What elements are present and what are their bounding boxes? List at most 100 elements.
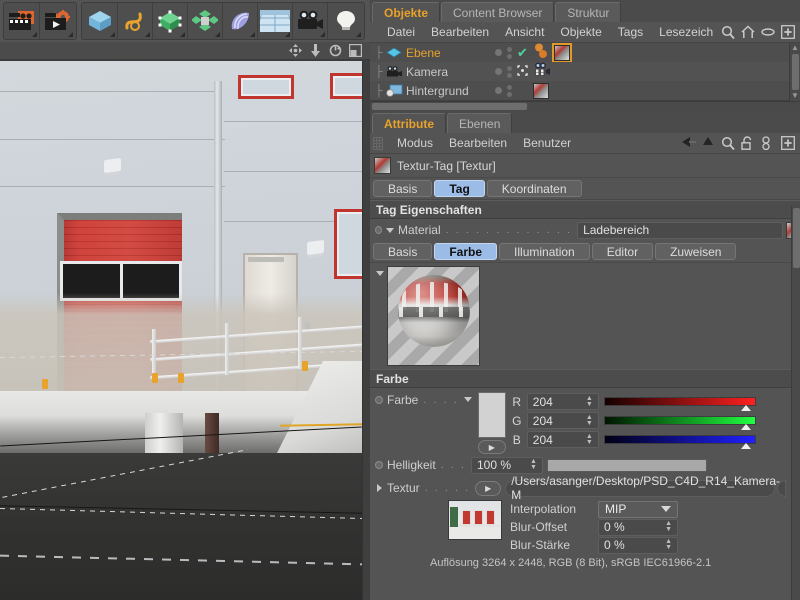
dolly-icon[interactable]: [309, 44, 322, 57]
blur-strength-input[interactable]: 0 % ▲▼: [598, 537, 678, 554]
light-button[interactable]: [328, 3, 363, 39]
move-icon[interactable]: [289, 44, 302, 57]
forward-arrow-icon[interactable]: [701, 136, 715, 150]
tab-mat-illumination[interactable]: Illumination: [499, 243, 590, 260]
camera-button[interactable]: [293, 3, 328, 39]
object-row-kamera[interactable]: ├ Kamera: [370, 62, 800, 81]
maximize-icon[interactable]: [349, 44, 362, 57]
menu-benutzer[interactable]: Benutzer: [515, 136, 579, 150]
tab-ebenen[interactable]: Ebenen: [447, 113, 512, 133]
tab-struktur[interactable]: Struktur: [555, 2, 621, 22]
brightness-slider[interactable]: [547, 459, 707, 472]
viewport-scrollbar[interactable]: [362, 61, 370, 600]
texture-path-overflow[interactable]: [777, 480, 786, 497]
material-preview[interactable]: [387, 266, 480, 366]
tab-attribute[interactable]: Attribute: [372, 113, 446, 133]
texture-thumbnail[interactable]: [448, 500, 502, 540]
home-icon[interactable]: [741, 25, 755, 39]
color-b-slider[interactable]: [604, 435, 756, 444]
spinner-icon[interactable]: ▲▼: [525, 459, 537, 471]
spinner-icon[interactable]: ▲▼: [581, 396, 593, 408]
tab-basis[interactable]: Basis: [373, 180, 432, 197]
color-swatch[interactable]: [478, 392, 506, 438]
menu-bearbeiten[interactable]: Bearbeiten: [441, 136, 515, 150]
tab-tag[interactable]: Tag: [434, 180, 484, 197]
spinner-icon[interactable]: ▲▼: [581, 434, 593, 446]
viewport-canvas[interactable]: [0, 61, 362, 600]
menu-objekte[interactable]: Objekte: [552, 25, 609, 39]
object-visibility-dots[interactable]: ✔: [495, 47, 528, 59]
object-row-ebene[interactable]: ├ Ebene ✔: [370, 43, 800, 62]
color-r-slider[interactable]: [604, 397, 756, 406]
scroll-down-icon[interactable]: ▼: [791, 92, 799, 100]
blur-offset-input[interactable]: 0 % ▲▼: [598, 519, 678, 536]
texture-options-button[interactable]: ▶: [475, 481, 501, 496]
object-manager-scrollbar-horizontal[interactable]: [370, 101, 800, 111]
spline-pen-button[interactable]: [118, 3, 153, 39]
color-g-input[interactable]: 204 ▲▼: [527, 412, 599, 429]
tab-objekte[interactable]: Objekte: [372, 2, 440, 22]
panel-grip-icon[interactable]: [373, 137, 383, 150]
object-row-hintergrund[interactable]: ├ Hintergrund: [370, 81, 800, 100]
animate-dot-material[interactable]: [375, 226, 382, 234]
material-orange-tag[interactable]: [533, 43, 552, 62]
menu-ansicht[interactable]: Ansicht: [497, 25, 552, 39]
color-mode-chevron-icon[interactable]: [464, 397, 472, 402]
search-icon[interactable]: [721, 25, 735, 39]
plus-icon[interactable]: [781, 136, 795, 150]
color-g-slider[interactable]: [604, 416, 756, 425]
menu-bearbeiten[interactable]: Bearbeiten: [423, 25, 497, 39]
mograph-button[interactable]: [188, 3, 223, 39]
spinner-icon[interactable]: ▲▼: [660, 539, 672, 551]
object-tags-kamera[interactable]: [533, 62, 551, 81]
texture-tag[interactable]: [533, 83, 549, 99]
chevron-down-icon[interactable]: [386, 228, 394, 233]
collapse-preview-icon[interactable]: [376, 271, 384, 276]
tab-content-browser[interactable]: Content Browser: [441, 2, 554, 22]
up-arrow-icon[interactable]: [721, 136, 735, 150]
generator-button[interactable]: [153, 3, 188, 39]
animate-dot-brightness[interactable]: [375, 461, 383, 469]
back-arrow-icon[interactable]: [681, 136, 695, 150]
brightness-input[interactable]: 100 % ▲▼: [471, 457, 543, 474]
object-visibility-dots[interactable]: [495, 85, 512, 97]
color-r-input[interactable]: 204 ▲▼: [527, 393, 599, 410]
animate-dot-color[interactable]: [375, 396, 383, 404]
object-manager-scrollbar-vertical[interactable]: ▲ ▼: [789, 43, 800, 101]
rotate-icon[interactable]: [329, 44, 342, 57]
spinner-icon[interactable]: ▲▼: [660, 521, 672, 533]
interpolation-dropdown[interactable]: MIP: [598, 501, 678, 518]
attribute-panel-scrollbar[interactable]: [791, 206, 800, 600]
menu-datei[interactable]: Datei: [379, 25, 423, 39]
floor-button[interactable]: [258, 3, 293, 39]
plus-icon[interactable]: [781, 25, 795, 39]
render-settings-button[interactable]: [40, 3, 75, 39]
menu-tags[interactable]: Tags: [610, 25, 651, 39]
menu-modus[interactable]: Modus: [389, 136, 441, 150]
spinner-icon[interactable]: ▲▼: [581, 415, 593, 427]
color-expand-button[interactable]: ▶: [478, 440, 506, 454]
object-visibility-dots[interactable]: [495, 65, 528, 79]
object-tags-ebene[interactable]: [533, 43, 570, 62]
tab-mat-editor[interactable]: Editor: [592, 243, 653, 260]
material-field[interactable]: Ladebereich: [577, 222, 783, 239]
object-tags-hintergrund[interactable]: [533, 83, 549, 99]
menu-lesezeichen[interactable]: Lesezeich: [651, 25, 721, 39]
texture-tag[interactable]: [554, 45, 570, 61]
chevron-right-icon[interactable]: [377, 484, 382, 492]
tab-mat-basis[interactable]: Basis: [373, 243, 432, 260]
render-view-button[interactable]: [5, 3, 40, 39]
eye-icon[interactable]: [761, 25, 775, 39]
tab-koordinaten[interactable]: Koordinaten: [487, 180, 582, 197]
link-icon[interactable]: [761, 136, 775, 150]
enabled-check-icon[interactable]: ✔: [517, 48, 528, 58]
camera-tag[interactable]: [533, 62, 551, 81]
tab-mat-zuweisen[interactable]: Zuweisen: [655, 243, 736, 260]
tab-mat-farbe[interactable]: Farbe: [434, 243, 497, 260]
color-b-input[interactable]: 204 ▲▼: [527, 431, 599, 448]
lock-icon[interactable]: [741, 136, 755, 150]
deformer-button[interactable]: [223, 3, 258, 39]
target-icon[interactable]: [517, 65, 528, 79]
texture-path-input[interactable]: /Users/asanger/Desktop/PSD_C4D_R14_Kamer…: [505, 480, 775, 497]
primitive-cube-button[interactable]: [83, 3, 118, 39]
